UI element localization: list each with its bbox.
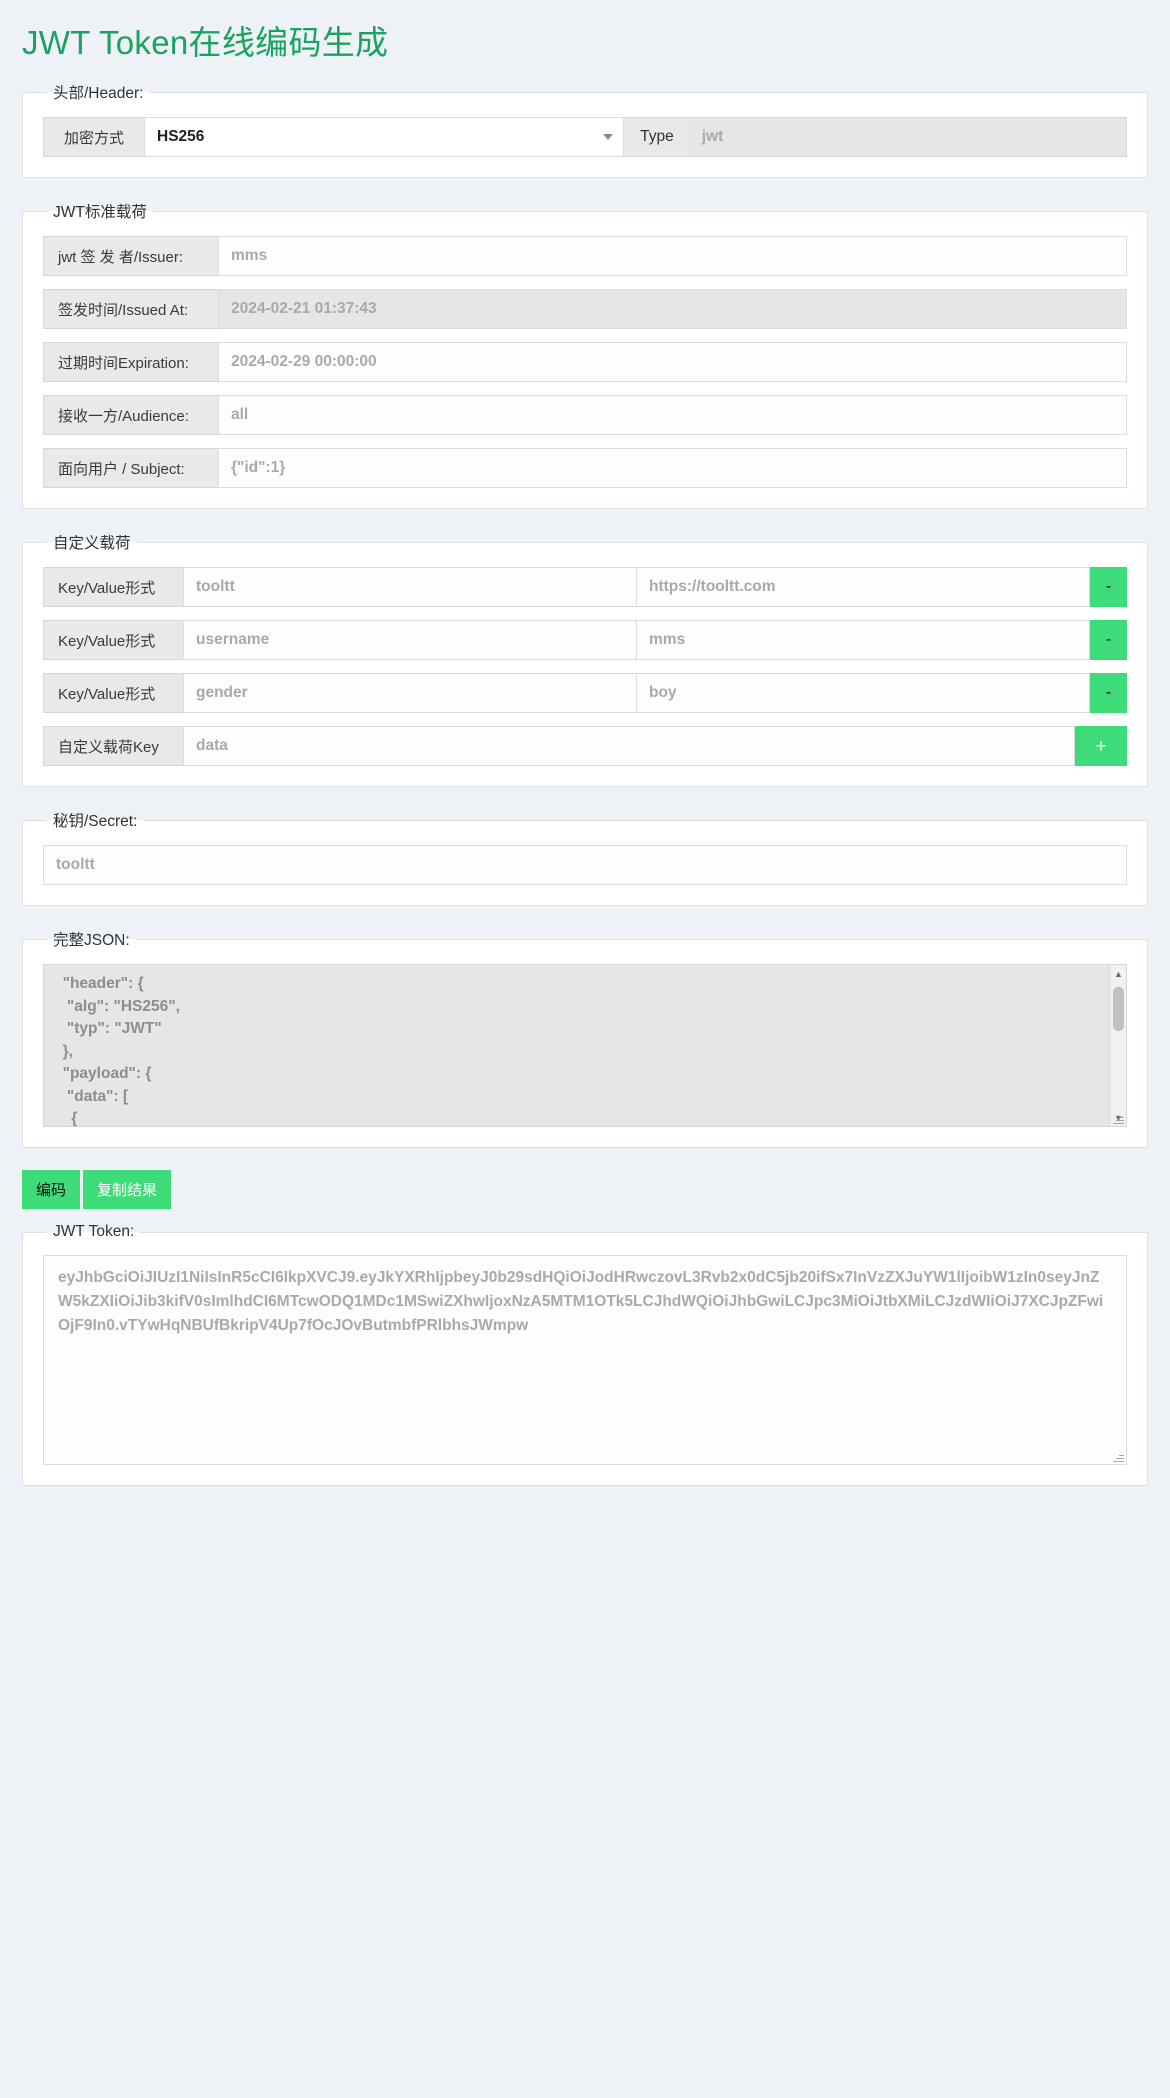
alg-row: 加密方式 HS256 Type jwt	[43, 117, 1128, 158]
issuer-row: jwt 签 发 者/Issuer: mms	[43, 236, 1127, 277]
custom-kv-row: Key/Value形式 tooltt https://tooltt.com -	[43, 567, 1127, 608]
expiration-row: 过期时间Expiration: 2024-02-29 00:00:00	[43, 342, 1127, 383]
custom-kv-label: Key/Value形式	[43, 567, 183, 608]
issued-at-label: 签发时间/Issued At:	[43, 289, 218, 330]
custom-kv-row: Key/Value形式 gender boy -	[43, 673, 1127, 714]
json-content: "header": { "alg": "HS256", "typ": "JWT"…	[62, 975, 180, 1128]
scroll-up-icon[interactable]: ▲	[1110, 965, 1126, 982]
expiration-input[interactable]: 2024-02-29 00:00:00	[218, 342, 1127, 383]
remove-row-button[interactable]: -	[1090, 567, 1127, 608]
header-section: 头部/Header: 加密方式 HS256 Type jwt	[22, 81, 1148, 179]
secret-input[interactable]: tooltt	[43, 845, 1127, 886]
custom-kv-label: Key/Value形式	[43, 620, 183, 661]
custom-add-label: 自定义载荷Key	[43, 726, 183, 767]
issued-at-input[interactable]: 2024-02-21 01:37:43	[218, 289, 1127, 330]
standard-payload-section: JWT标准载荷 jwt 签 发 者/Issuer: mms 签发时间/Issue…	[22, 200, 1148, 510]
secret-legend: 秘钥/Secret:	[53, 813, 138, 831]
token-section: JWT Token: eyJhbGciOiJIUzI1NiIsInR5cCI6I…	[22, 1223, 1148, 1487]
standard-payload-legend: JWT标准载荷	[53, 204, 147, 222]
resize-grip-icon	[1112, 1451, 1124, 1463]
subject-row: 面向用户 / Subject: {"id":1}	[43, 448, 1127, 489]
subject-label: 面向用户 / Subject:	[43, 448, 218, 489]
json-scrollbar[interactable]: ▲ ▼	[1109, 965, 1126, 1127]
custom-key-input[interactable]: username	[183, 620, 637, 661]
custom-key-input[interactable]: tooltt	[183, 567, 637, 608]
issued-at-row: 签发时间/Issued At: 2024-02-21 01:37:43	[43, 289, 1127, 330]
add-row-button[interactable]: +	[1075, 726, 1127, 767]
type-label: Type	[624, 117, 690, 158]
chevron-down-icon	[603, 134, 614, 141]
alg-label: 加密方式	[43, 117, 144, 158]
token-value: eyJhbGciOiJIUzI1NiIsInR5cCI6IkpXVCJ9.eyJ…	[58, 1269, 1104, 1335]
custom-key-input[interactable]: gender	[183, 673, 637, 714]
alg-select[interactable]: HS256	[144, 117, 625, 158]
expiration-label: 过期时间Expiration:	[43, 342, 218, 383]
custom-add-key-input[interactable]: data	[183, 726, 1075, 767]
issuer-input[interactable]: mms	[218, 236, 1127, 277]
app-page: JWT Token在线编码生成 头部/Header: 加密方式 HS256 Ty…	[0, 0, 1170, 2098]
scrollbar-thumb[interactable]	[1113, 987, 1124, 1032]
custom-payload-legend: 自定义载荷	[53, 535, 131, 553]
type-value: jwt	[689, 117, 1128, 158]
header-section-legend: 头部/Header:	[53, 85, 144, 103]
json-legend: 完整JSON:	[53, 932, 130, 950]
page-title: JWT Token在线编码生成	[22, 24, 389, 61]
alg-select-value: HS256	[157, 128, 205, 146]
subject-input[interactable]: {"id":1}	[218, 448, 1127, 489]
json-section: 完整JSON: "header": { "alg": "HS256", "typ…	[22, 928, 1148, 1149]
token-textarea[interactable]: eyJhbGciOiJIUzI1NiIsInR5cCI6IkpXVCJ9.eyJ…	[43, 1255, 1127, 1466]
audience-input[interactable]: all	[218, 395, 1127, 436]
custom-kv-row: Key/Value形式 username mms -	[43, 620, 1127, 661]
secret-section: 秘钥/Secret: tooltt	[22, 809, 1148, 907]
audience-label: 接收一方/Audience:	[43, 395, 218, 436]
remove-row-button[interactable]: -	[1090, 673, 1127, 714]
custom-payload-section: 自定义载荷 Key/Value形式 tooltt https://tooltt.…	[22, 531, 1148, 788]
custom-value-input[interactable]: https://tooltt.com	[637, 567, 1090, 608]
token-legend: JWT Token:	[53, 1223, 135, 1241]
encode-button[interactable]: 编码	[22, 1170, 81, 1210]
custom-value-input[interactable]: boy	[637, 673, 1090, 714]
custom-add-row: 自定义载荷Key data +	[43, 726, 1127, 767]
scroll-down-icon[interactable]: ▼	[1110, 1109, 1126, 1126]
custom-value-input[interactable]: mms	[637, 620, 1090, 661]
custom-kv-label: Key/Value形式	[43, 673, 183, 714]
remove-row-button[interactable]: -	[1090, 620, 1127, 661]
json-textarea[interactable]: "header": { "alg": "HS256", "typ": "JWT"…	[43, 964, 1127, 1128]
issuer-label: jwt 签 发 者/Issuer:	[43, 236, 218, 277]
audience-row: 接收一方/Audience: all	[43, 395, 1127, 436]
copy-result-button[interactable]: 复制结果	[83, 1170, 172, 1210]
action-buttons: 编码 复制结果	[22, 1170, 1148, 1210]
